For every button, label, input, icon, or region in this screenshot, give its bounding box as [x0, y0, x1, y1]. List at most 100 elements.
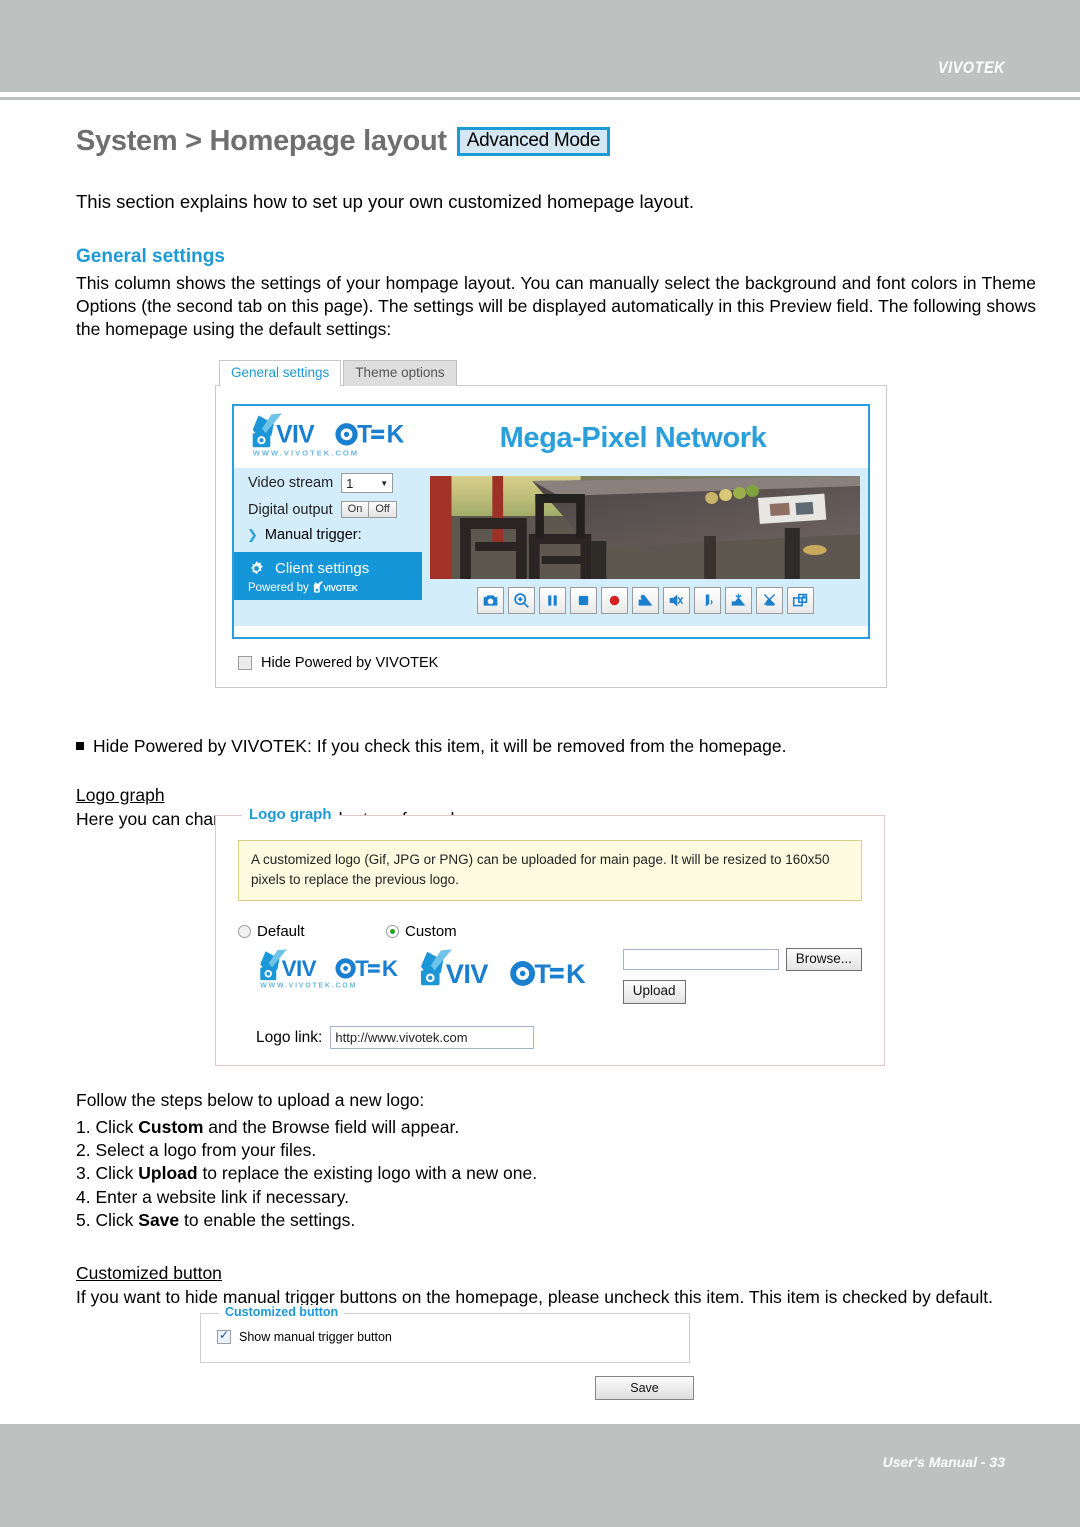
step-text-pre: Enter a website link if necessary. [95, 1186, 350, 1207]
vivotek-default-logo-icon: VIV T K WWW.VIVOTEK.COM [260, 948, 398, 989]
list-item: 1. Click Custom and the Browse field wil… [76, 1116, 1036, 1139]
snapshot-camera-icon[interactable] [476, 587, 504, 614]
step-text-post: to enable the settings. [179, 1209, 356, 1230]
logo-graph-fieldset: Logo graph A customized logo (Gif, JPG o… [215, 806, 885, 1067]
manual-trigger-row[interactable]: ❯ Manual trigger: [234, 521, 422, 552]
camera-homepage-frame: VIV T K WWW.VIVOTEK.COM Mega-Pixel Netwo… [232, 404, 870, 639]
vivotek-custom-logo-icon: VIV T K [420, 948, 586, 988]
digital-output-label: Digital output [248, 501, 333, 518]
save-button[interactable]: Save [595, 1376, 694, 1400]
chevron-right-icon: ❯ [247, 527, 258, 542]
tab-theme-options[interactable]: Theme options [343, 359, 457, 386]
client-settings-line: Client settings [248, 560, 422, 577]
svg-text:WWW.VIVOTEK.COM: WWW.VIVOTEK.COM [260, 982, 357, 989]
step-text-pre: Click [95, 1209, 139, 1230]
radio-default[interactable]: Default [238, 923, 386, 940]
volume-mute-icon[interactable] [662, 587, 690, 614]
video-stream-preview[interactable] [430, 476, 860, 579]
talk-icon[interactable] [693, 587, 721, 614]
mic-on-icon[interactable] [724, 587, 752, 614]
list-item: 4. Enter a website link if necessary. [76, 1186, 1036, 1209]
logo-link-input[interactable]: http://www.vivotek.com [330, 1026, 535, 1050]
logo-file-input[interactable] [622, 948, 779, 970]
client-settings-label: Client settings [275, 560, 370, 577]
step-text-pre: Select a logo from your files. [95, 1140, 317, 1161]
mic-mute-icon[interactable] [755, 587, 783, 614]
header-rule [0, 97, 1080, 100]
hide-powered-checkbox-row[interactable]: Hide Powered by VIVOTEK [232, 639, 870, 673]
video-stream-row: Video stream 1 ▼ [234, 468, 422, 496]
page-title-text: System > Homepage layout [76, 125, 447, 157]
record-icon[interactable] [600, 587, 628, 614]
browse-button[interactable]: Browse... [785, 947, 862, 972]
camera-main: Video stream 1 ▼ Digital output On Off ❯… [234, 468, 868, 626]
volume-on-icon[interactable] [631, 587, 659, 614]
pause-icon[interactable] [538, 587, 566, 614]
show-manual-trigger-label: Show manual trigger button [239, 1330, 392, 1344]
powered-by-vivotek-logo-icon: VIVOTEK [313, 581, 358, 593]
step-text-bold: Custom [138, 1117, 204, 1138]
digital-zoom-icon[interactable] [507, 587, 535, 614]
svg-text:VIV: VIV [276, 422, 315, 449]
bullet-square-icon [76, 742, 84, 751]
digital-output-off-button[interactable]: Off [369, 501, 397, 518]
page-content: System > Homepage layout Advanced Mode T… [76, 125, 1036, 1309]
logo-source-radio-group: Default Custom [238, 923, 862, 940]
stop-icon[interactable] [569, 587, 597, 614]
header-brand: VIVOTEK [937, 58, 1005, 77]
step-text-post: and the Browse field will appear. [203, 1117, 460, 1138]
powered-by-label: Powered by [248, 581, 309, 594]
vivotek-logo-icon: VIV T K WWW.VIVOTEK.COM [252, 413, 404, 457]
radio-default-label: Default [257, 922, 305, 940]
digital-output-on-button[interactable]: On [340, 501, 370, 518]
hide-powered-checkbox-label: Hide Powered by VIVOTEK [261, 655, 439, 671]
page-footer-bar [0, 1427, 1080, 1527]
show-manual-trigger-row[interactable]: Show manual trigger button [217, 1328, 673, 1344]
radio-default-input[interactable] [238, 924, 251, 938]
homepage-preview-widget: General settings Theme options VIV T K W… [215, 358, 887, 688]
digital-output-toggle[interactable]: On Off [340, 501, 397, 518]
logo-link-row: Logo link: http://www.vivotek.com [238, 1026, 862, 1050]
page-header-bar [0, 0, 1080, 92]
svg-text:VIVOTEK: VIVOTEK [323, 584, 357, 593]
svg-text:VIV: VIV [282, 955, 317, 980]
camera-video-panel [422, 468, 868, 626]
step-number: 5. [76, 1209, 91, 1230]
camera-sidebar: Video stream 1 ▼ Digital output On Off ❯… [234, 468, 422, 626]
hide-powered-checkbox[interactable] [238, 656, 252, 670]
list-item: 2. Select a logo from your files. [76, 1139, 1036, 1162]
gear-icon [251, 561, 263, 575]
video-stream-select[interactable]: 1 ▼ [341, 473, 394, 493]
upload-button[interactable]: Upload [622, 980, 686, 1005]
radio-custom[interactable]: Custom [386, 923, 457, 940]
customized-button-heading: Customized button [76, 1262, 222, 1283]
camera-footer [234, 626, 868, 637]
logo-link-label: Logo link: [256, 1028, 323, 1046]
advanced-mode-badge: Advanced Mode [456, 126, 611, 157]
digital-output-row: Digital output On Off [234, 496, 422, 521]
step-text-pre: Click [95, 1117, 139, 1138]
client-settings-block[interactable]: Client settings Powered by VIVOTEK [234, 552, 422, 600]
intro-paragraph: This section explains how to set up your… [76, 191, 695, 212]
fullscreen-icon[interactable] [786, 587, 814, 614]
svg-text:WWW.VIVOTEK.COM: WWW.VIVOTEK.COM [253, 448, 359, 457]
step-number: 2. [76, 1140, 91, 1161]
customized-button-widget: Customized button Show manual trigger bu… [200, 1305, 690, 1363]
step-text-bold: Upload [138, 1163, 198, 1184]
customized-button-legend: Customized button [219, 1305, 345, 1319]
general-settings-paragraph: This column shows the settings of your h… [76, 273, 1036, 340]
show-manual-trigger-checkbox[interactable] [217, 1328, 231, 1344]
radio-custom-input[interactable] [386, 924, 399, 938]
save-button-wrap: Save [595, 1376, 694, 1400]
tab-general-settings[interactable]: General settings [219, 359, 342, 386]
upload-steps-list: 1. Click Custom and the Browse field wil… [76, 1116, 1036, 1231]
list-item: 3. Click Upload to replace the existing … [76, 1162, 1036, 1185]
customized-button-fieldset: Customized button Show manual trigger bu… [200, 1305, 690, 1363]
vivotek-logo: VIV T K WWW.VIVOTEK.COM [234, 412, 422, 464]
step-text-bold: Save [138, 1209, 180, 1230]
step-number: 4. [76, 1186, 91, 1207]
svg-text:VIV: VIV [446, 957, 489, 988]
footer-page-label: User's Manual - 33 [882, 1454, 1005, 1470]
svg-text:T: T [534, 957, 551, 988]
logo-graph-note: A customized logo (Gif, JPG or PNG) can … [238, 840, 862, 901]
